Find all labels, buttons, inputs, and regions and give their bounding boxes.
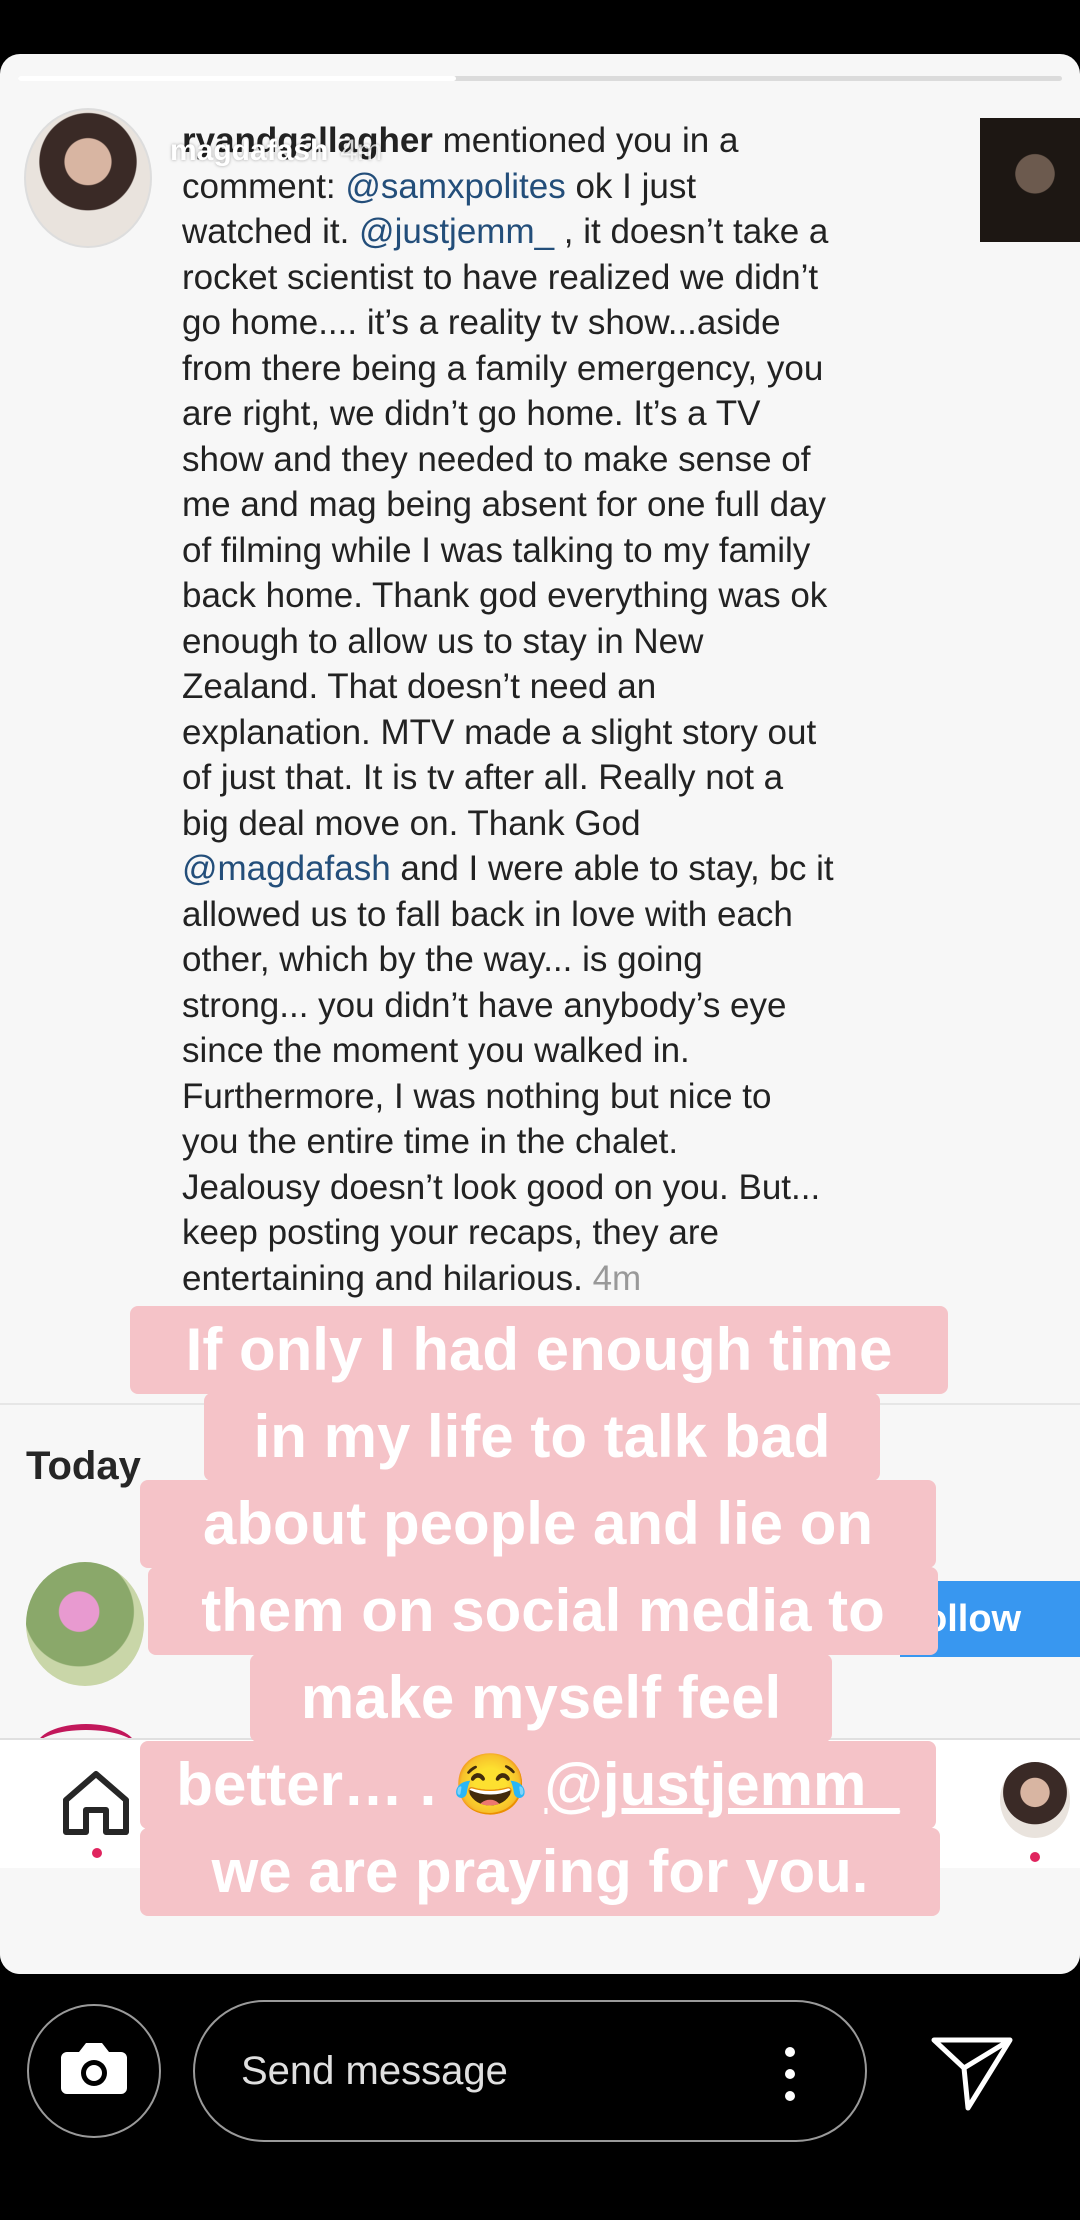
comment-line: are right, we didn’t go home. It’s a TV (182, 391, 952, 437)
section-today-label: Today (26, 1444, 141, 1488)
send-icon[interactable] (930, 2032, 1014, 2114)
caption-line: them on social media to (148, 1567, 938, 1655)
comment-text-segment: from there being a family emergency, you (182, 348, 824, 388)
comment-line: @magdafash and I were able to stay, bc i… (182, 846, 952, 892)
comment-line: Zealand. That doesn’t need an (182, 664, 952, 710)
comment-line: enough to allow us to stay in New (182, 619, 952, 665)
comment-line: entertaining and hilarious. 4m (182, 1256, 952, 1302)
caption-line: If only I had enough time (130, 1306, 948, 1394)
comment-text-segment: me and mag being absent for one full day (182, 485, 827, 524)
comment-line: watched it. @justjemm_ , it doesn’t take… (182, 209, 952, 255)
profile-notification-dot (1030, 1852, 1040, 1862)
caption-line: make myself feel (250, 1654, 832, 1742)
home-icon[interactable] (60, 1770, 132, 1836)
comment-text-segment: strong... you didn’t have anybody’s eye (182, 985, 787, 1025)
comment-mention[interactable]: @justjemm_ (359, 212, 554, 251)
caption-mention[interactable]: @justjemm_ (544, 1751, 899, 1818)
comment-line: rocket scientist to have realized we did… (182, 255, 952, 301)
comment-text-segment: Jealousy doesn’t look good on you. But..… (182, 1167, 821, 1207)
comment-text-segment: entertaining and hilarious. (182, 1258, 593, 1298)
comment-line: big deal move on. Thank God (182, 801, 952, 847)
comment-line: from there being a family emergency, you (182, 346, 952, 392)
post-thumbnail[interactable] (980, 118, 1080, 242)
story-author[interactable]: magdafash 4m (170, 134, 382, 168)
comment-text: ryandgallagher mentioned you in a comment… (182, 118, 952, 1301)
caption-line: we are praying for you. (140, 1828, 940, 1916)
story-progress-fill (18, 76, 457, 81)
comment-line: since the moment you walked in. (182, 1028, 952, 1074)
comment-line: Furthermore, I was nothing but nice to (182, 1074, 952, 1120)
comment-text-segment: explanation. MTV made a slight story out (182, 712, 817, 752)
comment-text-segment: back home. Thank god everything was ok (182, 576, 828, 615)
send-message-input[interactable] (193, 2000, 867, 2142)
comment-line: of filming while I was talking to my fam… (182, 528, 952, 574)
caption-line: about people and lie on (140, 1480, 936, 1568)
comment-text-segment: comment: (182, 166, 346, 206)
comment-line: comment: @samxpolites ok I just (182, 164, 952, 210)
comment-text-segment: allowed us to fall back in love with eac… (182, 894, 793, 934)
caption-line: in my life to talk bad (204, 1393, 880, 1481)
comment-text-segment: of just that. It is tv after all. Really… (182, 758, 784, 797)
comment-text-segment: Furthermore, I was nothing but nice to (182, 1076, 772, 1116)
more-vertical-icon[interactable] (784, 2046, 796, 2102)
comment-text-segment: big deal move on. Thank God (182, 803, 641, 843)
comment-line: go home.... it’s a reality tv show...asi… (182, 300, 952, 346)
comment-text-segment: enough to allow us to stay in New (182, 621, 704, 661)
comment-line: me and mag being absent for one full day (182, 482, 952, 528)
comment-text-segment: , it doesn’t take a (554, 212, 829, 251)
comment-mention[interactable]: @magdafash (182, 849, 391, 888)
story-time: 4m (340, 134, 383, 167)
comment-line: back home. Thank god everything was ok (182, 573, 952, 619)
notification-avatar[interactable] (26, 1562, 144, 1686)
comment-text-segment: are right, we didn’t go home. It’s a TV (182, 394, 761, 433)
comment-text-segment: you the entire time in the chalet. (182, 1122, 679, 1161)
comment-text-segment: Zealand. That doesn’t need an (182, 667, 657, 706)
comment-text-segment: show and they needed to make sense of (182, 439, 811, 479)
comment-line: allowed us to fall back in love with eac… (182, 892, 952, 938)
story-progress-bar (18, 76, 1062, 81)
comment-line: of just that. It is tv after all. Really… (182, 755, 952, 801)
comment-text-segment: rocket scientist to have realized we did… (182, 257, 819, 297)
story-author-name[interactable]: magdafash (170, 134, 328, 167)
comment-timestamp: 4m (592, 1258, 642, 1298)
comment-text-segment: mentioned you in a (432, 121, 739, 160)
comment-line: strong... you didn’t have anybody’s eye (182, 983, 952, 1029)
caption-line: better… . 😂 @justjemm_ (140, 1741, 936, 1829)
comment-text-segment: watched it. (182, 212, 360, 251)
comment-line: explanation. MTV made a slight story out (182, 710, 952, 756)
comment-text-segment: and I were able to stay, bc it (390, 849, 834, 888)
comment-line: you the entire time in the chalet. (182, 1119, 952, 1165)
home-notification-dot (92, 1848, 102, 1858)
comment-text-segment: ok I just (565, 166, 697, 206)
profile-tab-avatar[interactable] (1000, 1762, 1070, 1838)
comment-text-segment: of filming while I was talking to my fam… (182, 530, 811, 570)
comment-line: show and they needed to make sense of (182, 437, 952, 483)
message-bar (0, 1974, 1080, 2220)
caption-line-text: better… . 😂 (176, 1751, 545, 1818)
comment-mention[interactable]: @samxpolites (345, 167, 565, 206)
commenter-avatar[interactable] (24, 108, 152, 248)
camera-icon (61, 2043, 127, 2094)
comment-line: keep posting your recaps, they are (182, 1210, 952, 1256)
comment-text-segment: other, which by the way... is going (182, 940, 703, 979)
camera-button[interactable] (27, 2004, 161, 2138)
comment-line: Jealousy doesn’t look good on you. But..… (182, 1165, 952, 1211)
comment-line: other, which by the way... is going (182, 937, 952, 983)
comment-text-segment: since the moment you walked in. (182, 1031, 690, 1070)
comment-text-segment: keep posting your recaps, they are (182, 1213, 719, 1252)
comment-text-segment: go home.... it’s a reality tv show...asi… (182, 303, 781, 342)
